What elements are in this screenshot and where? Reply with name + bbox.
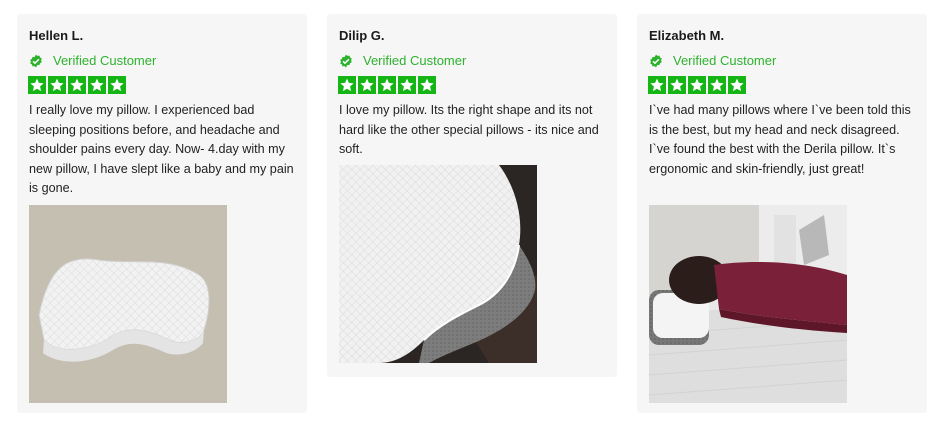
verified-badge: Verified Customer: [339, 53, 466, 68]
star-icon: [358, 76, 376, 94]
verified-label: Verified Customer: [673, 53, 777, 68]
reviewer-name: Hellen L.: [29, 28, 84, 43]
star-icon: [378, 76, 396, 94]
review-text: I really love my pillow. I experienced b…: [29, 103, 294, 195]
star-icon: [48, 76, 66, 94]
star-icon: [708, 76, 726, 94]
star-icon: [338, 76, 356, 94]
star-rating: [338, 76, 438, 94]
star-icon: [688, 76, 706, 94]
review-card: Hellen L. Verified Customer I really lov…: [17, 14, 307, 413]
review-photo[interactable]: [29, 205, 227, 403]
star-icon: [68, 76, 86, 94]
reviewer-name: Elizabeth M.: [649, 28, 725, 43]
star-icon: [88, 76, 106, 94]
verified-label: Verified Customer: [53, 53, 157, 68]
review-text: I`ve had many pillows where I`ve been to…: [649, 103, 911, 176]
star-rating: [648, 76, 748, 94]
reviewer-name: Dilip G.: [339, 28, 385, 43]
verified-badge: Verified Customer: [29, 53, 156, 68]
star-icon: [398, 76, 416, 94]
verified-label: Verified Customer: [363, 53, 467, 68]
star-icon: [418, 76, 436, 94]
star-icon: [108, 76, 126, 94]
review-card: Elizabeth M. Verified Customer I`ve had …: [637, 14, 927, 413]
check-badge-icon: [30, 54, 42, 67]
star-rating: [28, 76, 128, 94]
verified-badge: Verified Customer: [649, 53, 776, 68]
review-photo[interactable]: [339, 165, 537, 363]
check-badge-icon: [650, 54, 662, 67]
review-photo[interactable]: [649, 205, 847, 403]
star-icon: [28, 76, 46, 94]
review-text: I love my pillow. Its the right shape an…: [339, 103, 599, 156]
star-icon: [648, 76, 666, 94]
review-card: Dilip G. Verified Customer I love my pil…: [327, 14, 617, 377]
star-icon: [728, 76, 746, 94]
check-badge-icon: [340, 54, 352, 67]
star-icon: [668, 76, 686, 94]
